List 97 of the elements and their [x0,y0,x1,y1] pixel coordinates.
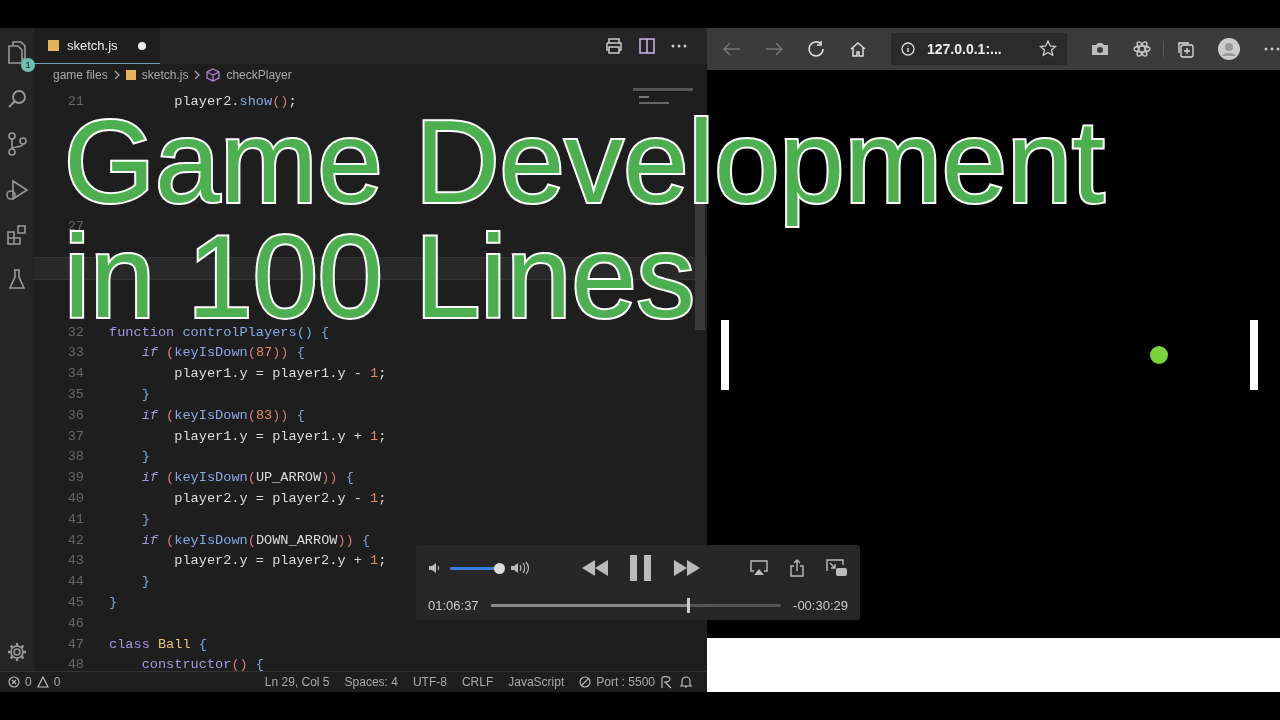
info-icon[interactable] [901,42,915,56]
js-file-icon [125,70,136,80]
atom-icon[interactable] [1133,40,1151,58]
search-icon[interactable] [6,88,28,110]
line-number: 36 [67,407,84,423]
rewind-icon[interactable] [582,560,608,576]
avatar-icon[interactable] [1218,38,1240,60]
status-item[interactable]: UTF-8 [412,675,447,689]
code-line: } [140,450,150,464]
code-line: } [140,512,150,526]
camera-icon[interactable] [1091,42,1109,56]
line-number: 37 [67,428,84,444]
more-icon[interactable] [1264,47,1280,51]
code-line: player2.y = player2.y - 1; [173,492,387,506]
extensions-icon[interactable] [6,224,28,246]
editor-tab[interactable]: sketch.js [34,28,160,64]
line-number: 33 [67,345,84,361]
run-debug-icon[interactable] [5,178,29,202]
chevron-icon [113,70,120,80]
cube-icon [206,68,221,82]
volume-slider[interactable] [450,562,502,574]
warning-count[interactable]: 0 [53,675,61,689]
breadcrumb-item[interactable]: checkPlayer [226,68,292,82]
code-line: player1.y = player1.y - 1; [173,367,387,381]
printer-icon[interactable] [605,38,623,54]
js-file-icon [48,40,59,51]
code-line: } [109,596,118,609]
line-number: 34 [67,366,84,382]
error-count[interactable]: 0 [25,675,32,689]
progress-bar[interactable] [490,598,782,613]
line-number: 38 [67,449,84,465]
more-icon[interactable] [671,44,687,48]
collections-icon[interactable] [1176,40,1194,58]
share-icon[interactable] [790,559,804,577]
ball [1150,346,1168,364]
paddle [1250,320,1258,390]
code-line: class Ball { [109,637,207,651]
code-line: function controlPlayers() { [109,325,330,339]
line-number: 39 [67,470,84,486]
line-number: 47 [67,636,84,652]
title-text: in 100 Lines [64,232,695,322]
code-line: if (keyIsDown(DOWN_ARROW)) { [140,533,371,547]
elapsed-time: 01:06:37 [428,598,479,613]
status-item[interactable]: Spaces: 4 [344,675,398,689]
reload-icon[interactable] [807,40,825,58]
minimap [633,86,695,106]
line-number: 41 [67,511,84,527]
code-line: if (keyIsDown(UP_ARROW)) { [140,471,354,485]
favorite-star-icon[interactable] [1039,40,1057,58]
code-line: if (keyIsDown(83)) { [140,408,305,422]
code-line: player2.show(); [173,94,297,108]
fast-forward-icon[interactable] [674,560,700,576]
volume-low-icon[interactable] [428,562,442,574]
line-number: 40 [67,491,84,507]
files-icon[interactable] [5,40,29,66]
line-number: 46 [67,615,84,631]
line-number: 48 [67,657,84,671]
error-icon[interactable] [8,676,20,688]
person-feedback-icon[interactable] [660,675,674,689]
line-number: 32 [67,324,84,340]
code-line: if (keyIsDown(87)) { [140,346,305,360]
code-line: player2.y = player2.y + 1; [173,554,387,568]
line-number: 42 [67,532,84,548]
notification-badge: 1 [21,58,35,72]
airplay-icon[interactable] [750,560,768,576]
warning-icon[interactable] [36,676,49,688]
line-number: 35 [67,387,84,403]
code-line: } [140,388,150,402]
chevron-icon [194,70,201,80]
line-number: 44 [67,574,84,590]
pause-icon[interactable] [630,555,652,581]
line-number: 21 [67,93,84,109]
split-editor-icon[interactable] [639,38,655,54]
flask-icon[interactable] [7,268,27,290]
line-number: 43 [67,553,84,569]
source-control-icon[interactable] [6,132,28,156]
bell-icon[interactable] [679,675,693,689]
volume-high-icon[interactable] [510,561,532,575]
code-line: player1.y = player1.y + 1; [173,429,387,443]
status-item[interactable]: Ln 29, Col 5 [264,675,330,689]
code-line: } [140,575,150,589]
status-item[interactable]: CRLF [461,675,494,689]
paddle [721,320,729,390]
home-icon[interactable] [849,41,867,57]
code-line: constructor() { [140,658,265,671]
back-icon[interactable] [723,42,741,56]
address-bar[interactable]: 127.0.0.1:... [891,33,1067,65]
remaining-time: -00:30:29 [793,598,848,613]
port-status[interactable]: Port : 5500 [596,675,655,689]
breadcrumb-item[interactable]: sketch.js [141,68,189,82]
status-item[interactable]: JavaScript [508,675,565,689]
line-number: 45 [67,595,84,610]
picture-in-picture-icon[interactable] [826,559,848,577]
blocked-icon[interactable] [579,676,592,688]
forward-icon[interactable] [765,42,783,56]
breadcrumb-item[interactable]: game files [53,68,108,82]
settings-icon[interactable] [6,641,28,663]
